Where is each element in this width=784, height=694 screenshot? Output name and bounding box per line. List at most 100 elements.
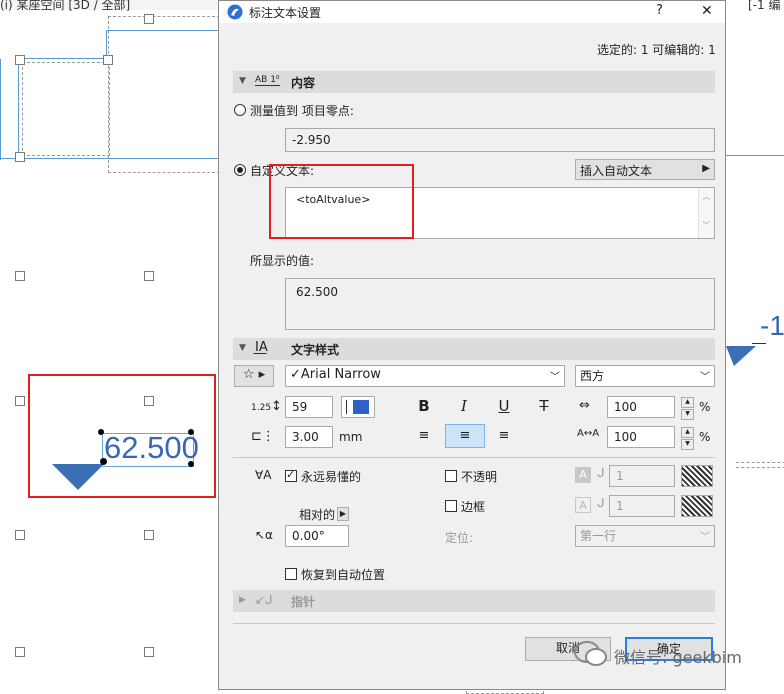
- collapse-triangle-icon[interactable]: ▼: [239, 343, 246, 353]
- position-select-value: 第一行: [580, 529, 617, 543]
- frame-label[interactable]: 边框: [461, 498, 485, 515]
- content-section-header[interactable]: ▼ AB 1⁰ 内容: [233, 71, 715, 93]
- content-section-icon: AB 1⁰: [255, 75, 280, 86]
- width-percent: %: [699, 400, 711, 414]
- script-select[interactable]: 西方 ﹀: [575, 365, 715, 387]
- text-style-icon: I̲A̲: [255, 340, 268, 355]
- selection-handle[interactable]: [15, 530, 25, 540]
- dialog-titlebar[interactable]: 标注文本设置 ? ✕: [219, 1, 725, 23]
- pointer-icon: ↙ᒍ: [255, 593, 273, 607]
- selection-handle[interactable]: [103, 55, 113, 65]
- divider: [233, 623, 715, 624]
- help-button[interactable]: ?: [656, 3, 663, 18]
- pen-color-button[interactable]: [341, 396, 375, 418]
- favorites-button[interactable]: ☆ ▸: [234, 365, 274, 387]
- spacing-spinner[interactable]: ▲ ▼: [681, 427, 694, 450]
- chevron-down-icon: ﹀: [700, 372, 710, 383]
- font-select-value: ✓Arial Narrow: [290, 367, 381, 382]
- script-select-value: 西方: [580, 369, 605, 383]
- readable-label[interactable]: 永远易懂的: [301, 468, 361, 485]
- measure-radio[interactable]: [234, 104, 246, 116]
- width-factor-input[interactable]: 100: [607, 396, 675, 418]
- width-factor-icon: ⇔: [579, 398, 590, 413]
- content-section-title: 内容: [291, 76, 316, 90]
- crosshair: [752, 343, 766, 344]
- selection-handle[interactable]: [15, 396, 25, 406]
- restore-auto-position-checkbox[interactable]: [285, 568, 297, 580]
- opaque-checkbox[interactable]: [445, 470, 457, 482]
- font-size-input[interactable]: 59: [285, 396, 333, 418]
- strikethrough-button[interactable]: T: [533, 395, 555, 417]
- frame-pen-input: 1: [609, 495, 675, 517]
- font-size-icon: 1.25↕: [251, 399, 282, 414]
- submenu-arrow-icon: ▶: [702, 163, 710, 174]
- expand-triangle-icon[interactable]: ▶: [239, 595, 246, 605]
- collapse-triangle-icon[interactable]: ▼: [239, 76, 246, 86]
- spacing-percent: %: [699, 430, 711, 444]
- align-center-icon[interactable]: ≡: [445, 424, 485, 448]
- wechat-icon: [574, 641, 607, 666]
- text-style-section-title: 文字样式: [291, 343, 340, 357]
- insert-auto-text-button[interactable]: 插入自动文本 ▶: [575, 159, 715, 180]
- plan-dashed-outline: [736, 462, 784, 463]
- rotation-icon: ↖α: [255, 528, 273, 542]
- restore-auto-position-label[interactable]: 恢复到自动位置: [301, 566, 385, 583]
- char-spacing-icon: A↔A: [577, 428, 600, 439]
- indent-input[interactable]: 3.00: [285, 426, 333, 448]
- selection-handle[interactable]: [144, 271, 154, 281]
- fill-pen-icon: A: [575, 467, 591, 483]
- selection-handle[interactable]: [144, 647, 154, 657]
- display-value-label: 所显示的值:: [250, 254, 315, 268]
- frame-pattern-swatch[interactable]: [681, 495, 713, 517]
- custom-text-radio[interactable]: [234, 164, 246, 176]
- selection-handle[interactable]: [15, 271, 25, 281]
- selection-handle[interactable]: [15, 647, 25, 657]
- window-title-right: [-1 编: [748, 0, 781, 12]
- highlight-box-label: [28, 374, 216, 498]
- highlight-box-custom-text: [269, 164, 414, 239]
- selection-handle[interactable]: [144, 530, 154, 540]
- angle-input[interactable]: 0.00°: [285, 525, 349, 547]
- watermark-text: 微信号: geekbim: [614, 648, 742, 667]
- underline-button[interactable]: U: [493, 395, 515, 417]
- plan-dashed-outline: [736, 467, 784, 468]
- opaque-label[interactable]: 不透明: [461, 468, 497, 485]
- italic-button[interactable]: I: [453, 395, 475, 417]
- bold-button[interactable]: B: [413, 395, 435, 417]
- font-select[interactable]: ✓Arial Narrow ﹀: [285, 365, 565, 387]
- selection-info: 选定的: 1 可编辑的: 1: [597, 43, 716, 57]
- readable-checkbox[interactable]: ✓: [285, 468, 297, 482]
- scroll-up-icon[interactable]: ︿: [699, 191, 714, 202]
- indent-unit: mm: [339, 430, 363, 444]
- chevron-down-icon: ﹀: [550, 372, 560, 383]
- fill-pattern-swatch[interactable]: [681, 465, 713, 487]
- right-level-value: -1: [760, 310, 784, 341]
- level-marker-icon: [726, 346, 756, 366]
- position-label: 定位:: [445, 531, 474, 545]
- pointer-section-title: 指针: [291, 595, 316, 609]
- dialog-title: 标注文本设置: [249, 6, 322, 20]
- text-scrollbar[interactable]: ︿ ﹀: [698, 188, 714, 238]
- annotation-text-settings-dialog: 标注文本设置 ? ✕ 选定的: 1 可编辑的: 1 ▼ AB 1⁰ 内容 测量值…: [218, 0, 726, 690]
- frame-checkbox[interactable]: [445, 500, 457, 512]
- selection-handle[interactable]: [144, 14, 154, 24]
- selection-handle[interactable]: [15, 152, 25, 162]
- align-right-icon[interactable]: ≡: [493, 425, 515, 447]
- plan-line: [18, 58, 108, 59]
- position-select: 第一行 ﹀: [575, 525, 715, 547]
- align-left-icon[interactable]: ≡: [413, 425, 435, 447]
- chevron-down-icon: ﹀: [700, 532, 710, 543]
- relative-label: 相对的: [299, 508, 336, 522]
- pointer-section-header[interactable]: ▶ ↙ᒍ 指针: [233, 590, 715, 612]
- insert-auto-text-label: 插入自动文本: [580, 164, 653, 178]
- selection-handle[interactable]: [15, 55, 25, 65]
- relative-menu-button[interactable]: ▶: [337, 507, 349, 521]
- text-style-section-header[interactable]: ▼ I̲A̲ 文字样式: [233, 338, 715, 360]
- close-icon[interactable]: ✕: [701, 3, 713, 19]
- scroll-down-icon[interactable]: ﹀: [699, 220, 714, 231]
- measure-radio-label[interactable]: 测量值到 项目零点:: [250, 102, 354, 119]
- char-spacing-input[interactable]: 100: [607, 426, 675, 448]
- pen-icon: ᒍ: [597, 496, 605, 510]
- width-spinner[interactable]: ▲ ▼: [681, 397, 694, 420]
- indent-icon: ⊏⋮: [251, 429, 275, 444]
